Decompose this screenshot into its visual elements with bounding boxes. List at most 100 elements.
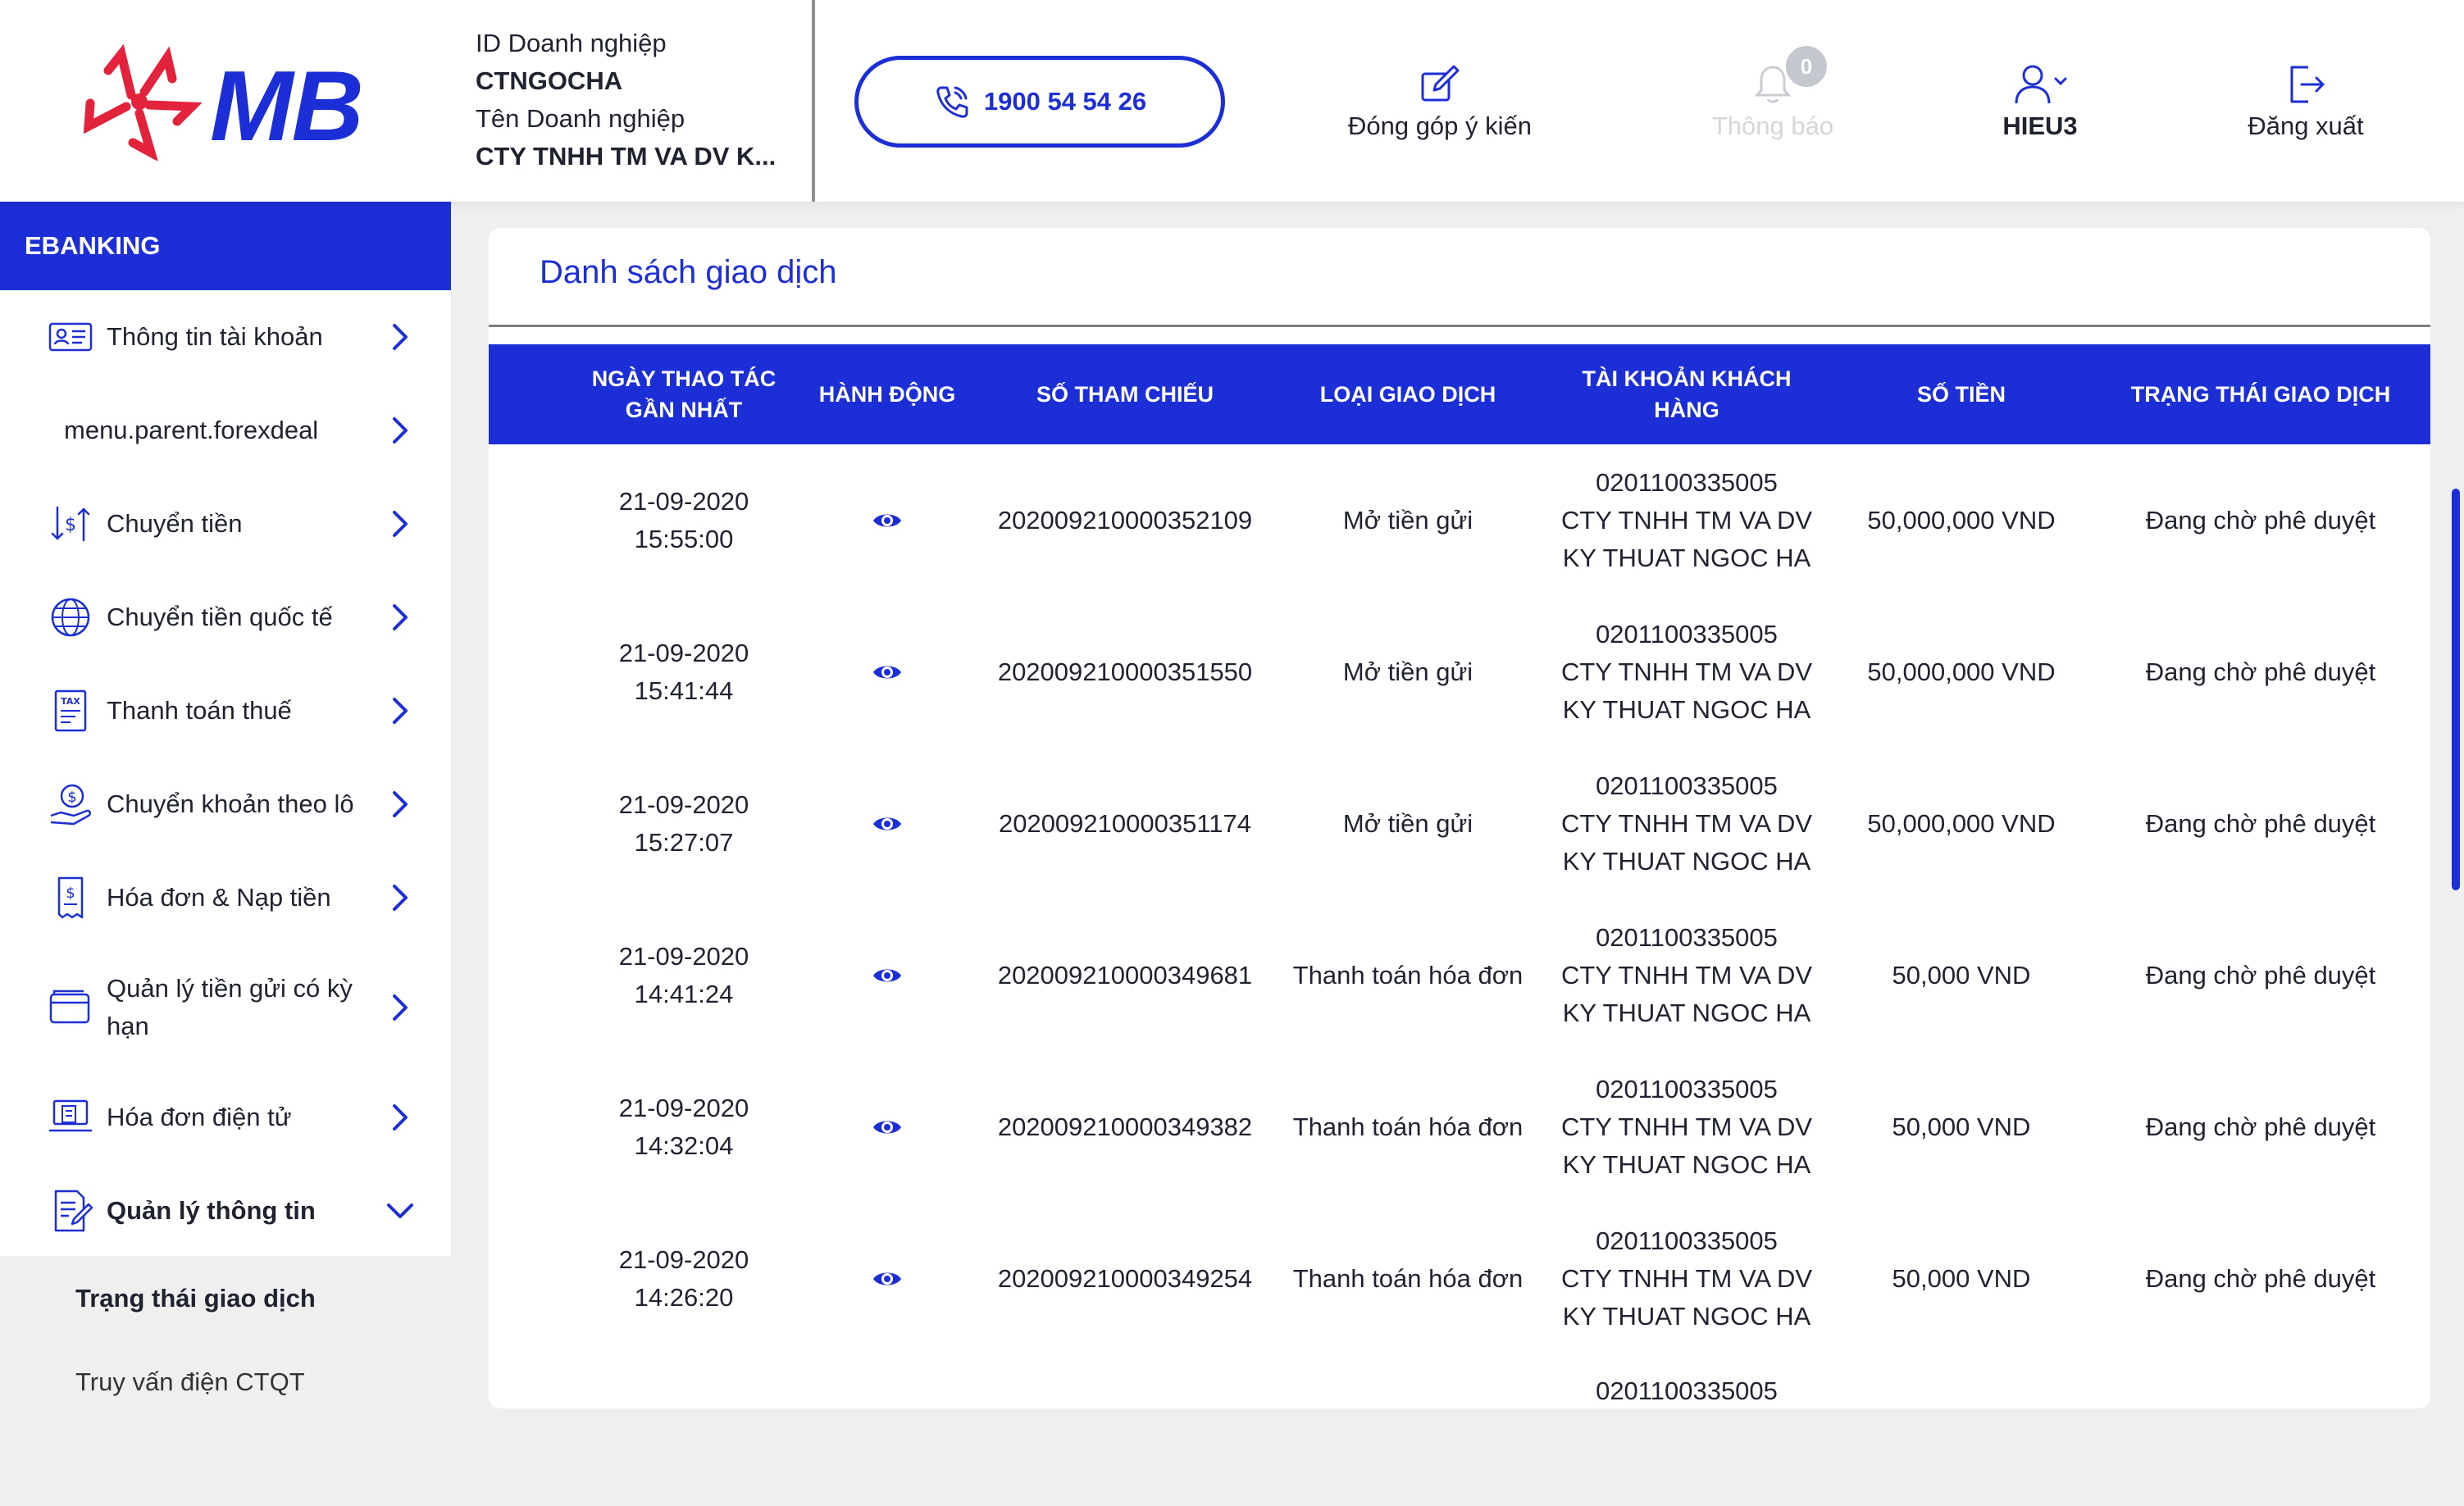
user-icon [2015,65,2067,104]
cell-amount: 50,000 VND [1838,899,2084,1051]
row-account-name: CTY TNHH TM VA DV [1560,657,1813,686]
notification-button[interactable]: 0 Thông báo [1633,46,1912,141]
cell-status: Đang chờ phê duyệt [2101,444,2421,596]
row-type: Mở tiền gửi [1342,505,1473,535]
submenu-item-transaction-status[interactable]: Trạng thái giao dịch [75,1284,316,1313]
cell-amount: 50,000,000 VND [1838,596,2084,748]
chevron-right-icon [393,698,408,724]
row-account-name: KY THUAT NGOC HA [1562,998,1811,1027]
cell-action[interactable] [805,748,969,899]
cell-action[interactable] [805,596,969,748]
feedback-label: Đóng góp ý kiến [1347,111,1533,140]
cell-status: Đang chờ phê duyệt [2101,596,2421,748]
row-ref: 202009210000351174 [998,808,1252,838]
cell-reference: 202009210000351550 [986,596,1264,748]
sidebar-item-info-management[interactable]: Quản lý thông tin [0,1164,451,1258]
sidebar: EBANKING Thông tin tài khoản menu.parent… [0,202,451,1385]
row-account-number: 0201100335005 [1596,1226,1778,1255]
logout-button[interactable]: Đăng xuất [2166,59,2445,141]
mb-star-icon [83,43,202,161]
eye-view-icon[interactable] [872,1117,903,1138]
row-amount: 50,000,000 VND [1867,808,2056,838]
cell-date: 21-09-2020 14:41:24 [579,899,789,1051]
row-date: 21-09-2020 [618,941,749,971]
table-row[interactable]: 21-09-2020 15:55:00 202009210000352109 Mở t… [489,444,2430,596]
cell-action[interactable] [805,899,969,1051]
row-account-name: KY THUAT NGOC HA [1562,1149,1811,1179]
row-status: Đang chờ phê duyệt [2145,808,2376,838]
row-account-name: KY THUAT NGOC HA [1562,694,1811,724]
cell-account: 0201100335005 CTY TNHH TM VA DV KY THUAT N… [1560,444,1814,596]
table-row[interactable]: 21-09-2020 14:32:04 202009210000349382 Than… [489,1051,2430,1203]
page-title: Danh sách giao dịch [540,254,837,290]
table-row[interactable]: 21-09-2020 15:41:44 202009210000351550 Mở t… [489,596,2430,748]
sidebar-item-account-info[interactable]: Thông tin tài khoản [0,290,451,384]
sidebar-item-bills-topup[interactable]: $ Hóa đơn & Nạp tiền [0,851,451,944]
cell-amount [1838,1354,2084,1506]
logo-text: MB [210,50,364,162]
cell-type: Thanh toán hóa đơn [1281,1203,1535,1354]
sidebar-item-e-invoice[interactable]: Hóa đơn điện tử [0,1071,451,1164]
cell-action[interactable] [805,1203,969,1354]
row-account-number: 0201100335005 [1596,467,1778,497]
svg-text:$: $ [65,515,76,535]
cell-date: 21-09-2020 15:55:00 [579,444,789,596]
chevron-right-icon [393,791,408,817]
submenu-item-ctqt-query[interactable]: Truy vấn điện CTQT [75,1367,305,1397]
logout-icon [2290,66,2325,103]
table-header: NGÀY THAO TÁC GẦN NHẤT HÀNH ĐỘNG SỐ THAM… [489,344,2430,444]
sidebar-item-international-transfer[interactable]: Chuyển tiền quốc tế [0,571,451,664]
row-ref: 202009210000352109 [997,505,1253,535]
row-ref: 202009210000351550 [997,657,1253,686]
sidebar-item-term-deposit[interactable]: Quản lý tiền gửi có kỳ hạn [0,944,451,1071]
cell-status: Đang chờ phê duyệt [2101,1051,2421,1203]
cell-action[interactable] [805,1051,969,1203]
table-row[interactable]: 21-09-2020 14:41:24 202009210000349681 Than… [489,899,2430,1051]
scrollbar-thumb[interactable] [2452,489,2460,890]
chevron-right-icon [393,604,408,630]
row-status: Đang chờ phê duyệt [2145,960,2376,990]
user-menu-button[interactable]: HIEU3 [1901,59,2179,141]
phone-icon [936,86,968,118]
row-amount: 50,000 VND [1892,1263,2031,1293]
eye-view-icon[interactable] [872,1268,903,1290]
cell-date: 21-09-2020 14:26:20 [579,1203,789,1354]
cell-account: 0201100335005 CTY TNHH TM VA DV KY THUAT N… [1560,1051,1814,1203]
column-header-type: LOẠI GIAO DỊCH [1319,382,1496,407]
cell-action[interactable] [805,1354,969,1506]
eye-view-icon[interactable] [872,662,903,683]
row-time: 14:41:24 [634,979,734,1008]
cell-type: Mở tiền gửi [1281,444,1535,596]
cell-status [2101,1354,2421,1506]
sidebar-item-batch-transfer[interactable]: $ Chuyển khoản theo lô [0,758,451,851]
cell-account: 0201100335005 CTY TNHH TM VA DV KY THUAT N… [1560,899,1814,1051]
row-amount: 50,000,000 VND [1867,505,2056,535]
eye-view-icon[interactable] [872,813,903,835]
sidebar-item-label: Thanh toán thuế [107,696,292,725]
tax-icon: TAX [54,689,87,732]
sidebar-submenu: Trạng thái giao dịch Truy vấn điện CTQT [0,1256,451,1396]
feedback-button[interactable]: Đóng góp ý kiến [1300,59,1579,141]
eye-view-icon[interactable] [872,510,903,531]
table-row[interactable]: 21-09-2020 15:27:07 202009210000351174 Mở t… [489,748,2430,899]
sidebar-item-tax-payment[interactable]: TAX Thanh toán thuế [0,664,451,758]
table-row[interactable]: 21-09-2020 14:26:20 202009210000349254 Than… [489,1203,2430,1354]
hotline-button[interactable]: 1900 54 54 26 [854,56,1225,148]
sidebar-item-forexdeal[interactable]: menu.parent.forexdeal [0,384,451,477]
chevron-right-icon [393,324,408,350]
cell-status: Đang chờ phê duyệt [2101,899,2421,1051]
row-ref: 202009210000349254 [997,1263,1253,1293]
row-account-number: 0201100335005 [1596,922,1778,952]
cell-amount: 50,000,000 VND [1838,444,2084,596]
row-account-number: 0201100335005 [1596,1074,1778,1103]
column-header-reference: SỐ THAM CHIẾU [1036,382,1214,407]
row-ref: 202009210000349382 [997,1112,1253,1141]
top-header: MB ID Doanh nghiệp CTNGOCHA Tên Doanh ng… [0,0,2464,202]
company-id-label: ID Doanh nghiệp [476,29,667,57]
mb-bank-logo[interactable]: MB [79,38,374,169]
table-row[interactable]: 0201100335005 [489,1354,2430,1506]
eye-view-icon[interactable] [872,965,903,986]
cell-action[interactable] [805,444,969,596]
money-transfer-icon: $ [51,506,90,542]
sidebar-item-transfer[interactable]: $ Chuyển tiền [0,477,451,571]
